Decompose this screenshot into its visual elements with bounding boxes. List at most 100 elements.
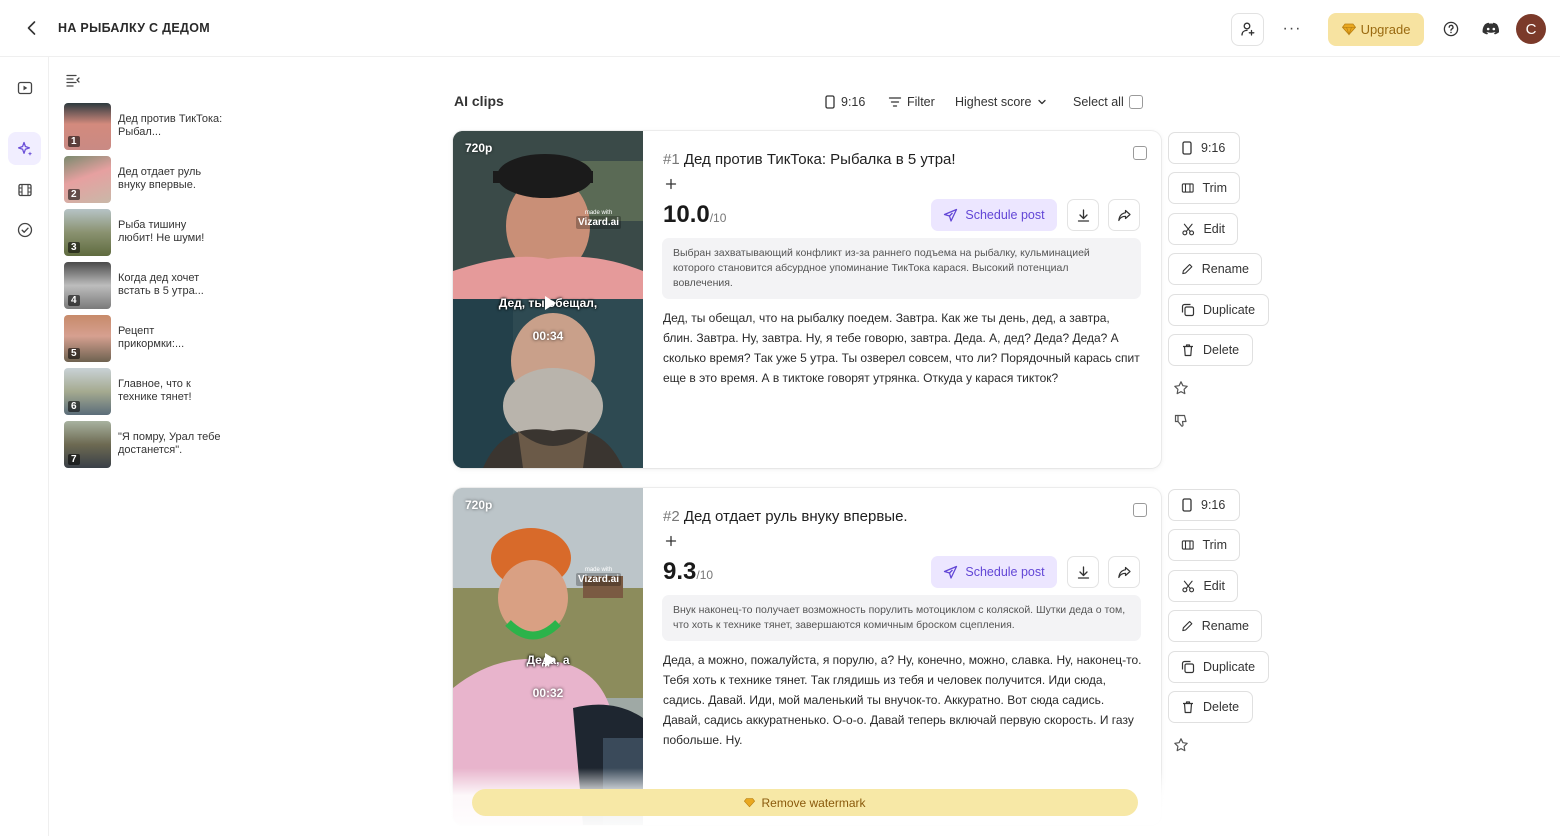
star-icon[interactable] — [1173, 737, 1189, 753]
checkbox-box — [1133, 503, 1147, 517]
rail-videos-button[interactable] — [8, 71, 41, 104]
chevron-down-icon — [1038, 99, 1047, 105]
aspect-ratio-button[interactable]: 9:16 — [1168, 489, 1240, 521]
phone-icon — [825, 95, 835, 109]
clip-thumbnail: 7 — [64, 420, 111, 468]
clip-title-text: Дед против ТикТока: Рыбалка в 5 утра! — [683, 151, 956, 168]
clip-card-1: 720p made with Vizard.ai Дед, ты обещал,… — [453, 131, 1161, 468]
schedule-post-button[interactable]: Schedule post — [931, 199, 1057, 231]
sidebar-clip-label: Дед против ТикТока: Рыбал... — [118, 113, 223, 138]
edit-button[interactable]: Edit — [1168, 570, 1238, 602]
play-icon[interactable] — [537, 291, 561, 315]
play-icon[interactable] — [537, 648, 561, 672]
clip-number: 6 — [68, 400, 80, 412]
duplicate-button[interactable]: Duplicate — [1168, 651, 1269, 683]
sidebar-clip-7[interactable]: 7 "Я помру, Урал тебе достанется". — [64, 420, 264, 468]
collapse-list-icon[interactable] — [65, 72, 81, 88]
phone-icon — [1182, 141, 1192, 155]
sidebar-clip-label: Дед отдает руль внуку впервые. — [118, 166, 202, 191]
rail-ai-clips-button[interactable] — [8, 132, 41, 165]
header-actions: ··· Upgrade C — [1231, 12, 1546, 46]
rail-editor-button[interactable] — [8, 173, 41, 206]
duplicate-label: Duplicate — [1203, 660, 1256, 674]
video-duration: 00:34 — [532, 329, 564, 343]
select-all-checkbox[interactable] — [1128, 95, 1143, 109]
duplicate-label: Duplicate — [1203, 303, 1256, 317]
user-plus-icon — [1240, 22, 1254, 36]
clip-select-checkbox[interactable] — [1133, 146, 1147, 160]
clip-thumbnail: 5 — [64, 314, 111, 362]
share-icon — [1117, 209, 1131, 221]
trash-icon — [1183, 701, 1193, 714]
duplicate-icon — [1181, 660, 1195, 674]
trim-button[interactable]: Trim — [1168, 172, 1240, 204]
top-bar: НА РЫБАЛКУ С ДЕДОМ ··· Upgrade C — [0, 0, 1560, 57]
diamond-icon — [744, 798, 756, 808]
page-title: AI clips — [454, 93, 504, 109]
edit-button[interactable]: Edit — [1168, 213, 1238, 245]
diamond-icon — [1341, 23, 1356, 36]
scissors-icon — [1182, 223, 1195, 235]
invite-user-button[interactable] — [1231, 12, 1264, 46]
rename-label: Rename — [1201, 262, 1249, 276]
thumbs-down-icon[interactable] — [1173, 413, 1189, 429]
back-icon[interactable] — [22, 18, 42, 38]
download-icon — [1077, 208, 1089, 222]
plus-icon — [665, 535, 677, 547]
share-button[interactable] — [1108, 199, 1140, 231]
add-tag-button[interactable] — [663, 176, 679, 192]
clip-index: #2 — [663, 508, 680, 525]
add-tag-button[interactable] — [663, 533, 679, 549]
aspect-ratio-selector[interactable]: 9:16 — [824, 91, 865, 113]
sidebar-clip-4[interactable]: 4 Когда дед хочет встать в 5 утра... — [64, 261, 264, 309]
discord-icon[interactable] — [1480, 18, 1502, 40]
watermark-brand: Vizard.ai — [576, 216, 621, 229]
aspect-ratio-label: 9:16 — [1201, 141, 1226, 155]
share-button[interactable] — [1108, 556, 1140, 588]
download-button[interactable] — [1067, 199, 1099, 231]
virality-score: 10.0/10 — [663, 201, 726, 229]
clip-number: 4 — [68, 294, 80, 306]
rail-tasks-button[interactable] — [8, 213, 41, 246]
duplicate-icon — [1181, 303, 1195, 317]
clip-video-preview[interactable]: 720p made with Vizard.ai Дед, ты обещал,… — [453, 131, 643, 468]
duplicate-button[interactable]: Duplicate — [1168, 294, 1269, 326]
sort-dropdown[interactable]: Highest score — [955, 91, 1048, 113]
schedule-post-button[interactable]: Schedule post — [931, 556, 1057, 588]
select-all[interactable]: Select all — [1073, 91, 1143, 113]
download-button[interactable] — [1067, 556, 1099, 588]
rename-button[interactable]: Rename — [1168, 610, 1262, 642]
remove-watermark-label: Remove watermark — [761, 795, 866, 810]
sidebar-clip-2[interactable]: 2 Дед отдает руль внуку впервые. — [64, 155, 264, 203]
sidebar-clip-5[interactable]: 5 Рецепт прикормки:... — [64, 314, 264, 362]
upgrade-button[interactable]: Upgrade — [1328, 12, 1424, 46]
trash-icon — [1183, 344, 1193, 357]
schedule-post-label: Schedule post — [965, 208, 1045, 222]
score-outof: /10 — [696, 568, 714, 582]
filter-button[interactable]: Filter — [888, 91, 935, 113]
vizard-watermark: made with Vizard.ai — [576, 566, 621, 586]
remove-watermark-button[interactable]: Remove watermark — [472, 789, 1138, 816]
sidebar-clip-1[interactable]: 1 Дед против ТикТока: Рыбал... — [64, 102, 264, 150]
sort-label: Highest score — [955, 95, 1032, 109]
rename-button[interactable]: Rename — [1168, 253, 1262, 285]
aspect-ratio-button[interactable]: 9:16 — [1168, 132, 1240, 164]
rename-label: Rename — [1201, 619, 1249, 633]
sidebar-clip-label: Рыба тишину любит! Не шуми! — [118, 219, 205, 244]
clip-number: 1 — [68, 135, 80, 147]
virality-score: 9.3/10 — [663, 558, 713, 586]
trim-button[interactable]: Trim — [1168, 529, 1240, 561]
clip-reasoning: Внук наконец-то получает возможность пор… — [662, 595, 1141, 641]
clip-select-checkbox[interactable] — [1133, 503, 1147, 517]
trim-label: Trim — [1202, 181, 1227, 195]
sidebar-clip-6[interactable]: 6 Главное, что к технике тянет! — [64, 367, 264, 415]
avatar[interactable]: C — [1516, 14, 1546, 44]
help-icon[interactable] — [1440, 18, 1462, 40]
delete-button[interactable]: Delete — [1168, 334, 1253, 366]
more-menu-button[interactable]: ··· — [1278, 15, 1306, 43]
delete-button[interactable]: Delete — [1168, 691, 1253, 723]
star-icon[interactable] — [1173, 380, 1189, 396]
sidebar-clip-3[interactable]: 3 Рыба тишину любит! Не шуми! — [64, 208, 264, 256]
filter-label: Filter — [907, 95, 935, 109]
send-icon — [944, 565, 958, 579]
